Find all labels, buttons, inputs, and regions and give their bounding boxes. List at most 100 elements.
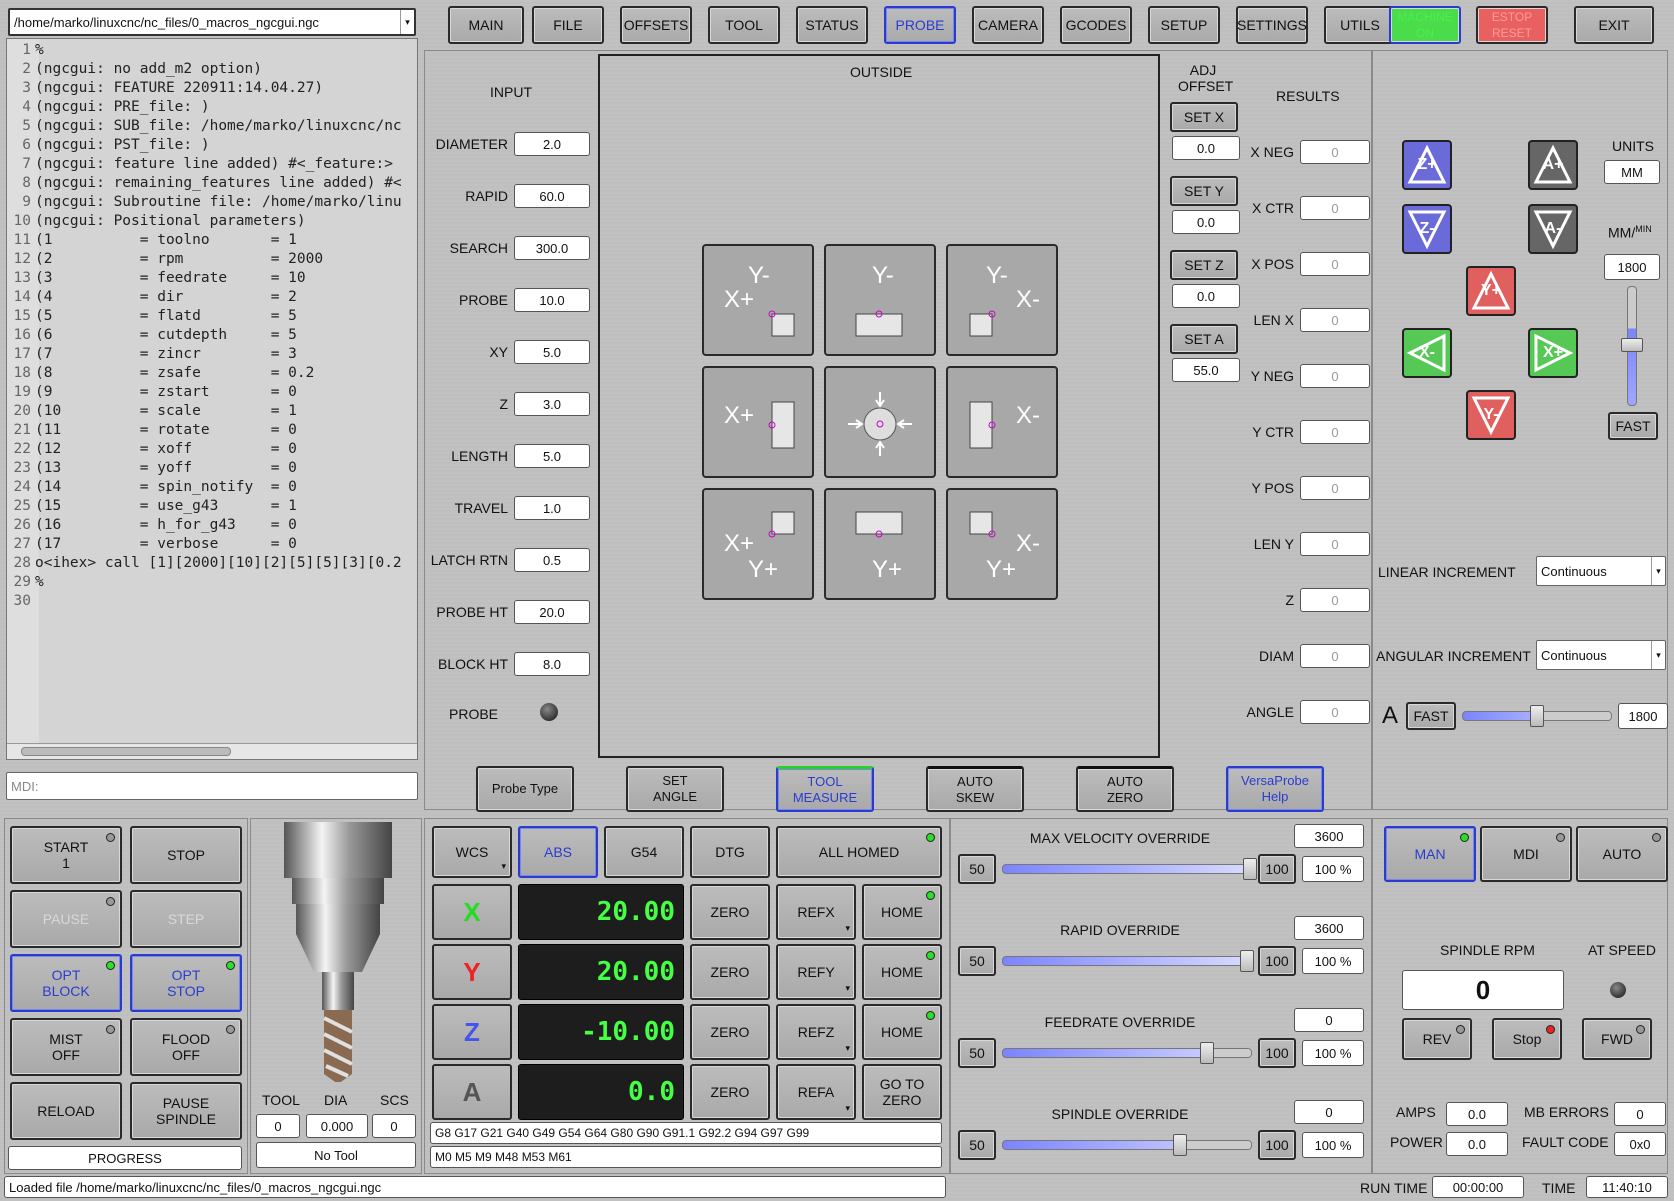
- dtg-button[interactable]: DTG: [690, 826, 770, 878]
- horizontal-scrollbar[interactable]: [7, 743, 417, 759]
- probe-input-field[interactable]: 2.0: [514, 132, 590, 156]
- step-button[interactable]: STEP: [130, 890, 242, 948]
- probe-input-field[interactable]: 60.0: [514, 184, 590, 208]
- a-fast-button[interactable]: FAST: [1406, 702, 1456, 730]
- probe-grid-button[interactable]: Y+: [824, 488, 936, 600]
- nav-tab-status[interactable]: STATUS: [796, 6, 868, 44]
- jog-Aplus-button[interactable]: A+: [1528, 140, 1578, 190]
- estop-reset-button[interactable]: ESTOP RESET: [1476, 6, 1548, 44]
- angular-increment-select[interactable]: Continuous ▾: [1536, 640, 1666, 670]
- ref-x-button[interactable]: REFX ▾: [776, 884, 856, 940]
- probe-input-field[interactable]: 8.0: [514, 652, 590, 676]
- adj-offset-field[interactable]: 0.0: [1172, 284, 1240, 308]
- all-homed-button[interactable]: ALL HOMED: [776, 826, 942, 878]
- a-rate-slider-thumb[interactable]: [1530, 705, 1544, 727]
- nav-tab-offsets[interactable]: OFFSETS: [620, 6, 692, 44]
- adj-set-button[interactable]: SET Z: [1170, 250, 1238, 280]
- nav-tab-camera[interactable]: CAMERA: [972, 6, 1044, 44]
- jog-Yminus-button[interactable]: Y-: [1466, 390, 1516, 440]
- override-min-button[interactable]: 50: [958, 1038, 996, 1068]
- zero-x-button[interactable]: ZERO: [690, 884, 770, 940]
- probe-input-field[interactable]: 20.0: [514, 600, 590, 624]
- abs-button[interactable]: ABS: [518, 826, 598, 878]
- override-min-button[interactable]: 50: [958, 946, 996, 976]
- linear-increment-select[interactable]: Continuous ▾: [1536, 556, 1666, 586]
- jog-fast-button[interactable]: FAST: [1608, 412, 1658, 440]
- override-min-button[interactable]: 50: [958, 1130, 996, 1160]
- adj-set-button[interactable]: SET Y: [1170, 176, 1238, 206]
- adj-offset-field[interactable]: 0.0: [1172, 210, 1240, 234]
- probe-input-field[interactable]: 300.0: [514, 236, 590, 260]
- probe-grid-button[interactable]: X-: [946, 366, 1058, 478]
- opt-block-button[interactable]: OPT BLOCK: [10, 954, 122, 1012]
- g54-button[interactable]: G54: [604, 826, 684, 878]
- override-slider-thumb[interactable]: [1242, 858, 1257, 880]
- override-slider[interactable]: [1002, 864, 1252, 874]
- flood-button[interactable]: FLOOD OFF: [130, 1018, 242, 1076]
- adj-set-button[interactable]: SET X: [1170, 102, 1238, 132]
- zero-a-button[interactable]: ZERO: [690, 1064, 770, 1120]
- probe-action-button[interactable]: AUTO SKEW: [926, 766, 1024, 812]
- wcs-button[interactable]: WCS ▾: [432, 826, 512, 878]
- probe-grid-button[interactable]: Y-: [824, 244, 936, 356]
- jog-Aminus-button[interactable]: A-: [1528, 204, 1578, 254]
- opt-stop-button[interactable]: OPT STOP: [130, 954, 242, 1012]
- probe-action-button[interactable]: VersaProbe Help: [1226, 766, 1324, 812]
- file-path-select[interactable]: /home/marko/linuxcnc/nc_files/0_macros_n…: [8, 8, 416, 36]
- override-slider-thumb[interactable]: [1240, 950, 1254, 972]
- probe-grid-button[interactable]: X+: [702, 366, 814, 478]
- adj-set-button[interactable]: SET A: [1170, 324, 1238, 354]
- ref-y-button[interactable]: REFY ▾: [776, 944, 856, 1000]
- probe-grid-button[interactable]: Y- X-: [946, 244, 1058, 356]
- pause-spindle-button[interactable]: PAUSE SPINDLE: [130, 1082, 242, 1140]
- mdi-input[interactable]: MDI:: [6, 772, 418, 800]
- jog-Zminus-button[interactable]: Z-: [1402, 204, 1452, 254]
- reload-button[interactable]: RELOAD: [10, 1082, 122, 1140]
- zero-y-button[interactable]: ZERO: [690, 944, 770, 1000]
- override-slider[interactable]: [1002, 1140, 1252, 1150]
- mode-mdi-button[interactable]: MDI: [1480, 826, 1572, 882]
- nav-tab-settings[interactable]: SETTINGS: [1236, 6, 1308, 44]
- override-slider[interactable]: [1002, 956, 1252, 966]
- override-max-button[interactable]: 100: [1258, 854, 1296, 884]
- probe-input-field[interactable]: 3.0: [514, 392, 590, 416]
- mode-man-button[interactable]: MAN: [1384, 826, 1476, 882]
- adj-offset-field[interactable]: 0.0: [1172, 136, 1240, 160]
- probe-grid-button[interactable]: Y+ X-: [946, 488, 1058, 600]
- jog-Xminus-button[interactable]: X-: [1402, 328, 1452, 378]
- machine-on-button[interactable]: MACHINE ON: [1389, 6, 1461, 44]
- nav-tab-file[interactable]: FILE: [532, 6, 604, 44]
- jog-Xplus-button[interactable]: X+: [1528, 328, 1578, 378]
- nav-tab-utils[interactable]: UTILS: [1324, 6, 1396, 44]
- exit-button[interactable]: EXIT: [1574, 6, 1654, 44]
- ref-z-button[interactable]: REFZ ▾: [776, 1004, 856, 1060]
- override-slider-thumb[interactable]: [1172, 1134, 1187, 1156]
- nav-tab-probe[interactable]: PROBE: [884, 6, 956, 44]
- override-max-button[interactable]: 100: [1258, 1038, 1296, 1068]
- nav-tab-tool[interactable]: TOOL: [708, 6, 780, 44]
- probe-input-field[interactable]: 5.0: [514, 340, 590, 364]
- adj-offset-field[interactable]: 55.0: [1172, 358, 1240, 382]
- gcode-editor[interactable]: 1% 2 (ngcgui: no add_m2 option) 3 (ngcgui: F…: [6, 38, 418, 760]
- spindle-stop-button[interactable]: Stop: [1492, 1018, 1562, 1060]
- jog-rate-field[interactable]: 1800: [1604, 254, 1660, 280]
- probe-action-button[interactable]: AUTO ZERO: [1076, 766, 1174, 812]
- mode-auto-button[interactable]: AUTO: [1576, 826, 1668, 882]
- override-slider-thumb[interactable]: [1200, 1042, 1214, 1064]
- probe-grid-button[interactable]: [824, 366, 936, 478]
- nav-tab-setup[interactable]: SETUP: [1148, 6, 1220, 44]
- start-button[interactable]: START 1: [10, 826, 122, 884]
- scroll-thumb[interactable]: [21, 747, 231, 756]
- home-z-button[interactable]: HOME: [862, 1004, 942, 1060]
- probe-action-button[interactable]: TOOL MEASURE: [776, 766, 874, 812]
- probe-grid-button[interactable]: Y+ X+: [702, 488, 814, 600]
- home-a-button[interactable]: GO TO ZERO: [862, 1064, 942, 1120]
- probe-grid-button[interactable]: Y- X+: [702, 244, 814, 356]
- mist-button[interactable]: MIST OFF: [10, 1018, 122, 1076]
- spindle-rev-button[interactable]: REV: [1402, 1018, 1472, 1060]
- nav-tab-gcodes[interactable]: GCODES: [1060, 6, 1132, 44]
- jog-rate-slider-thumb[interactable]: [1621, 338, 1643, 352]
- home-x-button[interactable]: HOME: [862, 884, 942, 940]
- zero-z-button[interactable]: ZERO: [690, 1004, 770, 1060]
- probe-input-field[interactable]: 10.0: [514, 288, 590, 312]
